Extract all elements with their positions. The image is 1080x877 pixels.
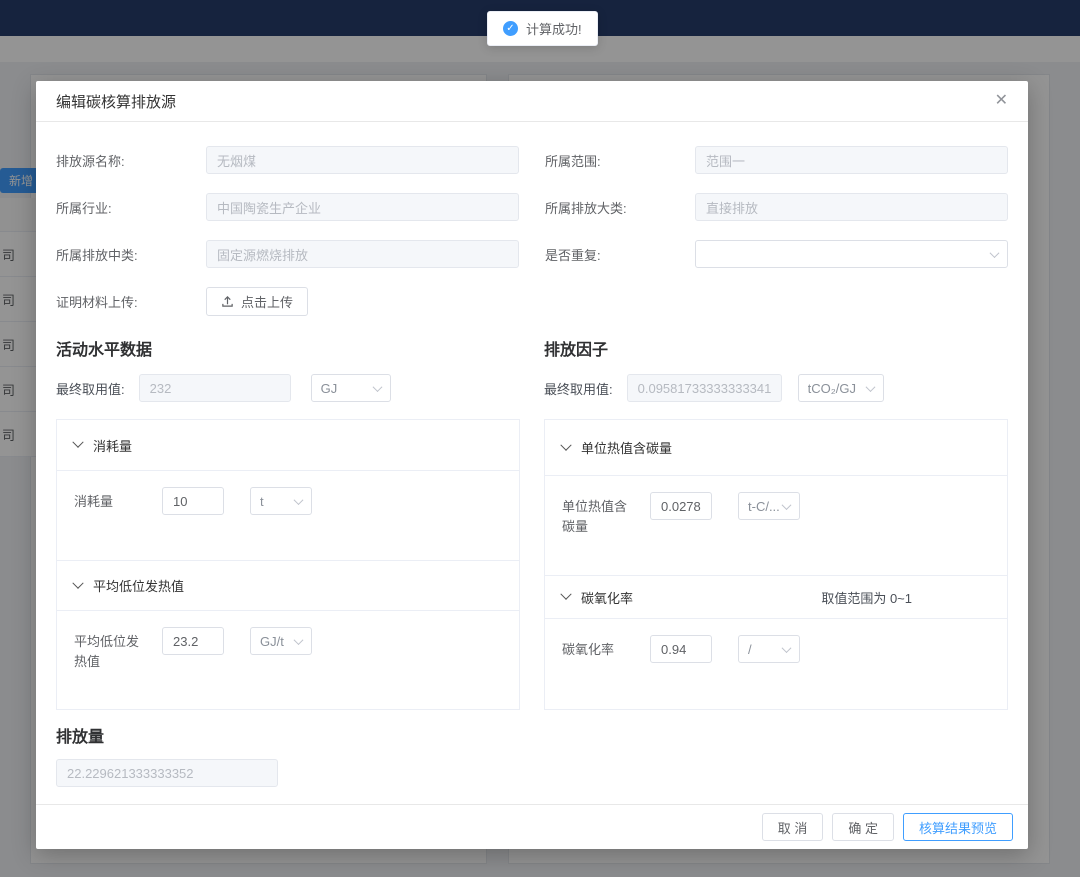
- heating-value-panel-header[interactable]: 平均低位发热值: [57, 561, 519, 611]
- scope-input: [695, 146, 1008, 174]
- source-name-input: [206, 146, 519, 174]
- chevron-down-icon: [782, 643, 792, 653]
- activity-final-input: [139, 374, 291, 402]
- factor-final-label: 最终取用值:: [544, 379, 613, 398]
- consumption-panel-body: 消耗量 t: [57, 471, 519, 531]
- scope-label: 所属范围:: [545, 151, 695, 170]
- industry-label: 所属行业:: [56, 198, 206, 217]
- factor-unit-value: tCO₂/GJ: [808, 381, 856, 396]
- emission-value-input: [56, 759, 278, 787]
- chevron-down-icon: [990, 248, 1000, 258]
- heating-value-panel: 平均低位发热值 平均低位发热值 GJ/t: [56, 561, 520, 710]
- heating-value-unit-select[interactable]: GJ/t: [250, 627, 312, 655]
- oxidation-rate-panel-header[interactable]: 碳氧化率 取值范围为 0~1: [545, 576, 1007, 619]
- consumption-row-label: 消耗量: [74, 487, 142, 512]
- heating-value-panel-body: 平均低位发热值 GJ/t: [57, 611, 519, 688]
- chevron-down-icon: [372, 382, 382, 392]
- upload-icon: [221, 295, 234, 308]
- field-duplicate: 是否重复:: [545, 240, 1008, 268]
- activity-final-row: 最终取用值: GJ: [56, 374, 520, 402]
- chevron-down-icon: [294, 495, 304, 505]
- upload-button-label: 点击上传: [241, 292, 293, 311]
- activity-unit-value: GJ: [321, 381, 338, 396]
- preview-result-button[interactable]: 核算结果预览: [903, 813, 1013, 841]
- form-grid: 排放源名称: 所属范围: 所属行业: 所属排放大类: 所属排放中类: 是否重复:: [56, 146, 1008, 315]
- heating-value-row-label: 平均低位发热值: [74, 627, 142, 672]
- chevron-down-icon: [72, 437, 83, 448]
- oxidation-rate-panel-body: 碳氧化率 /: [545, 619, 1007, 679]
- consumption-panel: 消耗量 消耗量 t: [56, 419, 520, 561]
- mid-category-label: 所属排放中类:: [56, 245, 206, 264]
- mid-category-input: [206, 240, 519, 268]
- edit-emission-source-dialog: 编辑碳核算排放源 ✕ 排放源名称: 所属范围: 所属行业: 所属排放大类: 所属…: [36, 81, 1028, 849]
- chevron-down-icon: [865, 382, 875, 392]
- duplicate-label: 是否重复:: [545, 245, 695, 264]
- upload-button[interactable]: 点击上传: [206, 287, 308, 316]
- chevron-down-icon: [560, 439, 571, 450]
- carbon-content-input[interactable]: [650, 492, 712, 520]
- carbon-content-row-label: 单位热值含碳量: [562, 492, 630, 537]
- oxidation-rate-range-note: 取值范围为 0~1: [821, 588, 990, 607]
- emission-title: 排放量: [56, 723, 1008, 747]
- field-major-category: 所属排放大类:: [545, 193, 1008, 221]
- oxidation-rate-row-label: 碳氧化率: [562, 635, 630, 660]
- industry-input: [206, 193, 519, 221]
- confirm-button[interactable]: 确 定: [832, 813, 894, 841]
- carbon-content-panel-header[interactable]: 单位热值含碳量: [545, 420, 1007, 476]
- field-source-name: 排放源名称:: [56, 146, 519, 174]
- heating-value-panel-title: 平均低位发热值: [93, 576, 184, 595]
- factor-final-input: [627, 374, 782, 402]
- dialog-body: 排放源名称: 所属范围: 所属行业: 所属排放大类: 所属排放中类: 是否重复:: [36, 122, 1028, 787]
- consumption-input[interactable]: [162, 487, 224, 515]
- dialog-footer: 取 消 确 定 核算结果预览: [36, 804, 1028, 849]
- carbon-content-panel-title: 单位热值含碳量: [581, 438, 672, 457]
- activity-title: 活动水平数据: [56, 336, 520, 360]
- oxidation-rate-panel: 碳氧化率 取值范围为 0~1 碳氧化率 /: [544, 576, 1008, 710]
- chevron-down-icon: [782, 500, 792, 510]
- heating-value-input[interactable]: [162, 627, 224, 655]
- consumption-unit-value: t: [260, 494, 264, 509]
- field-scope: 所属范围:: [545, 146, 1008, 174]
- consumption-panel-header[interactable]: 消耗量: [57, 420, 519, 471]
- chevron-down-icon: [560, 589, 571, 600]
- oxidation-rate-panel-title: 碳氧化率: [581, 588, 633, 607]
- carbon-content-panel-body: 单位热值含碳量 t-C/...: [545, 476, 1007, 553]
- major-category-input: [695, 193, 1008, 221]
- activity-section: 活动水平数据 最终取用值: GJ 消耗量 消耗量: [56, 336, 520, 710]
- toast-message: ✓ 计算成功!: [487, 11, 598, 46]
- dialog-title: 编辑碳核算排放源: [56, 91, 176, 112]
- major-category-label: 所属排放大类:: [545, 198, 695, 217]
- toast-text: 计算成功!: [526, 19, 582, 38]
- chevron-down-icon: [294, 635, 304, 645]
- carbon-content-unit-select[interactable]: t-C/...: [738, 492, 800, 520]
- dialog-header: 编辑碳核算排放源 ✕: [36, 81, 1028, 122]
- oxidation-rate-input[interactable]: [650, 635, 712, 663]
- consumption-panel-title: 消耗量: [93, 436, 132, 455]
- success-check-icon: ✓: [503, 21, 518, 36]
- spacer: [545, 287, 1008, 315]
- heating-value-unit-value: GJ/t: [260, 634, 284, 649]
- carbon-content-panel: 单位热值含碳量 单位热值含碳量 t-C/...: [544, 419, 1008, 576]
- carbon-content-unit-value: t-C/...: [748, 499, 780, 514]
- activity-final-label: 最终取用值:: [56, 379, 125, 398]
- close-icon[interactable]: ✕: [995, 93, 1008, 109]
- emission-section: 排放量: [56, 723, 1008, 787]
- sections: 活动水平数据 最终取用值: GJ 消耗量 消耗量: [56, 336, 1008, 710]
- oxidation-rate-unit-value: /: [748, 642, 752, 657]
- duplicate-select[interactable]: [695, 240, 1008, 268]
- cancel-button[interactable]: 取 消: [762, 813, 824, 841]
- factor-title: 排放因子: [544, 336, 1008, 360]
- consumption-unit-select[interactable]: t: [250, 487, 312, 515]
- field-industry: 所属行业:: [56, 193, 519, 221]
- factor-final-row: 最终取用值: tCO₂/GJ: [544, 374, 1008, 402]
- chevron-down-icon: [72, 577, 83, 588]
- factor-section: 排放因子 最终取用值: tCO₂/GJ 单位热值含碳量 单位热值含碳: [544, 336, 1008, 710]
- field-upload: 证明材料上传: 点击上传: [56, 287, 519, 315]
- factor-unit-select[interactable]: tCO₂/GJ: [798, 374, 884, 402]
- source-name-label: 排放源名称:: [56, 151, 206, 170]
- field-mid-category: 所属排放中类:: [56, 240, 519, 268]
- upload-label: 证明材料上传:: [56, 292, 206, 311]
- oxidation-rate-unit-select[interactable]: /: [738, 635, 800, 663]
- activity-unit-select[interactable]: GJ: [311, 374, 391, 402]
